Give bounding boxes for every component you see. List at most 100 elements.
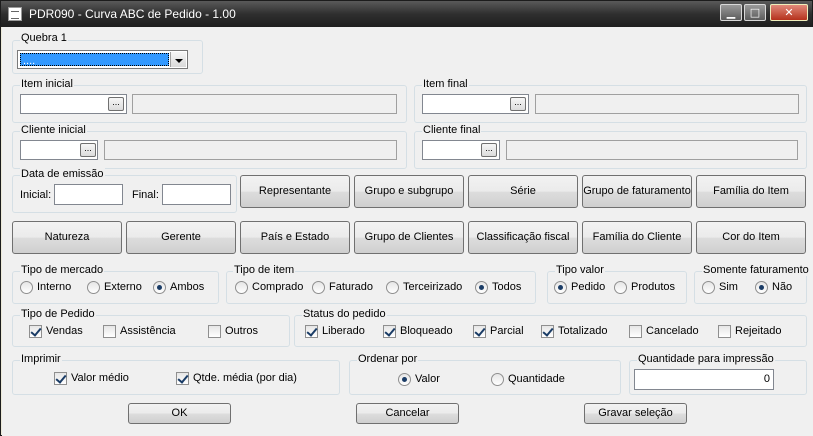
liberado-checkbox[interactable] (305, 325, 318, 338)
qtde-media-label: Qtde. média (por dia) (193, 372, 297, 384)
vendas-checkbox[interactable] (29, 325, 42, 338)
data-final-label: Final: (132, 189, 159, 201)
cliente-final-lookup-button[interactable]: ... (481, 143, 497, 157)
quebra-selected-value: .... (20, 53, 169, 67)
valor-pedido-radio[interactable] (554, 281, 567, 294)
valor-produtos-label: Produtos (631, 281, 676, 293)
cancelado-label: Cancelado (646, 325, 699, 337)
item-comprado-label: Comprado (252, 281, 304, 293)
ordenar-valor-radio[interactable] (398, 373, 411, 386)
serie-button[interactable]: Série (468, 175, 578, 208)
gerente-button[interactable]: Gerente (126, 221, 236, 254)
assistencia-checkbox[interactable] (103, 325, 116, 338)
tipo-item-label: Tipo de item (233, 264, 296, 276)
item-todos-radio[interactable] (475, 281, 488, 294)
maximize-button[interactable]: □ (744, 4, 766, 21)
grupo-clientes-button[interactable]: Grupo de Clientes (354, 221, 464, 254)
totalizado-checkbox[interactable] (541, 325, 554, 338)
somente-faturamento-label: Somente faturamento (702, 264, 810, 276)
maximize-icon: □ (749, 6, 761, 19)
mercado-interno-label: Interno (37, 281, 72, 293)
item-final-description (535, 94, 799, 114)
item-faturado-radio[interactable] (312, 281, 325, 294)
cliente-inicial-label: Cliente inicial (20, 124, 87, 136)
familia-item-button[interactable]: Família do Item (696, 175, 806, 208)
item-inicial-label: Item inicial (20, 78, 74, 90)
item-final-lookup-button[interactable]: ... (510, 97, 526, 111)
item-inicial-description (132, 94, 397, 114)
quebra-select[interactable]: .... (17, 50, 188, 69)
data-emissao-label: Data de emissão (20, 168, 105, 180)
ordenar-quantidade-radio[interactable] (491, 373, 504, 386)
ordenar-quantidade-label: Quantidade (508, 373, 565, 385)
rejeitado-label: Rejeitado (735, 325, 782, 337)
natureza-button[interactable]: Natureza (12, 221, 122, 254)
cliente-final-label: Cliente final (422, 124, 482, 136)
window-title: PDR090 - Curva ABC de Pedido - 1.00 (29, 7, 236, 21)
faturamento-nao-radio[interactable] (755, 281, 768, 294)
dialog-window: PDR090 - Curva ABC de Pedido - 1.00 ▁ □ … (0, 0, 813, 436)
tipo-mercado-label: Tipo de mercado (20, 264, 105, 276)
item-faturado-label: Faturado (329, 281, 374, 293)
outros-checkbox[interactable] (208, 325, 221, 338)
close-icon: ✕ (784, 6, 794, 19)
faturamento-sim-label: Sim (719, 281, 738, 293)
vendas-label: Vendas (46, 325, 83, 337)
minimize-button[interactable]: ▁ (720, 4, 742, 21)
bloqueado-label: Bloqueado (400, 325, 453, 337)
grupo-subgrupo-button[interactable]: Grupo e subgrupo (354, 175, 464, 208)
cancelado-checkbox[interactable] (629, 325, 642, 338)
item-terceirizado-radio[interactable] (386, 281, 399, 294)
valor-medio-checkbox[interactable] (54, 372, 67, 385)
assistencia-label: Assistência (120, 325, 176, 337)
status-pedido-label: Status do pedido (302, 308, 387, 320)
title-bar[interactable]: PDR090 - Curva ABC de Pedido - 1.00 ▁ □ … (1, 1, 812, 27)
totalizado-label: Totalizado (558, 325, 608, 337)
ordenar-valor-label: Valor (415, 373, 440, 385)
qtde-media-checkbox[interactable] (176, 372, 189, 385)
pais-estado-button[interactable]: País e Estado (240, 221, 350, 254)
grupo-faturamento-button[interactable]: Grupo de faturamento (582, 175, 692, 208)
item-final-label: Item final (422, 78, 469, 90)
close-button[interactable]: ✕ (770, 4, 808, 21)
app-icon (8, 7, 22, 21)
mercado-interno-radio[interactable] (20, 281, 33, 294)
valor-produtos-radio[interactable] (614, 281, 627, 294)
mercado-externo-label: Externo (104, 281, 142, 293)
faturamento-sim-radio[interactable] (702, 281, 715, 294)
familia-cliente-button[interactable]: Família do Cliente (582, 221, 692, 254)
representante-button[interactable]: Representante (240, 175, 350, 208)
data-inicial-label: Inicial: (20, 189, 52, 201)
minimize-icon: ▁ (726, 6, 736, 19)
cliente-final-description (506, 140, 798, 160)
dialog-body: Quebra 1 .... Item inicial ... Item fina… (2, 27, 813, 436)
item-inicial-lookup-button[interactable]: ... (108, 97, 124, 111)
outros-label: Outros (225, 325, 259, 337)
mercado-externo-radio[interactable] (87, 281, 100, 294)
classificacao-fiscal-button[interactable]: Classificação fiscal (468, 221, 578, 254)
quantidade-input[interactable]: 0 (634, 369, 774, 390)
ordenar-por-group (349, 360, 621, 395)
item-terceirizado-label: Terceirizado (403, 281, 463, 293)
data-final-input[interactable] (162, 184, 231, 205)
rejeitado-checkbox[interactable] (718, 325, 731, 338)
ok-button[interactable]: OK (128, 403, 231, 424)
chevron-down-icon[interactable] (170, 52, 186, 67)
cliente-inicial-lookup-button[interactable]: ... (80, 143, 96, 157)
cor-item-button[interactable]: Cor do Item (696, 221, 806, 254)
bloqueado-checkbox[interactable] (383, 325, 396, 338)
liberado-label: Liberado (322, 325, 365, 337)
cancel-button[interactable]: Cancelar (356, 403, 459, 424)
imprimir-label: Imprimir (20, 353, 62, 365)
quebra-label: Quebra 1 (20, 32, 68, 44)
parcial-checkbox[interactable] (473, 325, 486, 338)
tipo-pedido-label: Tipo de Pedido (20, 308, 96, 320)
save-selection-button[interactable]: Gravar seleção (584, 403, 687, 424)
valor-pedido-label: Pedido (571, 281, 606, 293)
mercado-ambos-radio[interactable] (153, 281, 166, 294)
item-comprado-radio[interactable] (235, 281, 248, 294)
item-todos-label: Todos (492, 281, 522, 293)
data-inicial-input[interactable] (54, 184, 123, 205)
faturamento-nao-label: Não (772, 281, 793, 293)
tipo-valor-label: Tipo valor (555, 264, 605, 276)
